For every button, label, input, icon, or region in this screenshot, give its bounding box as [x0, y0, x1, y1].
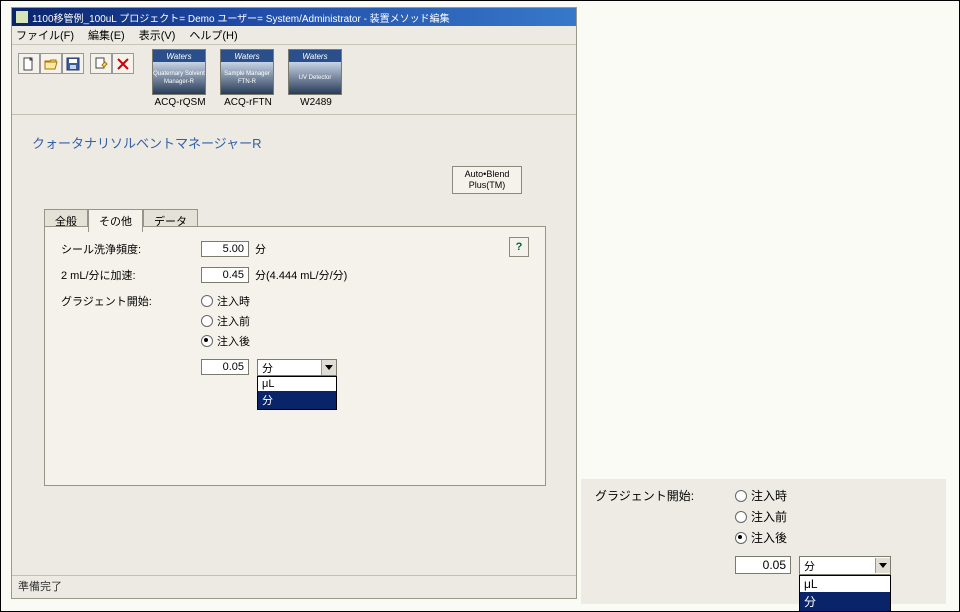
- menu-file[interactable]: ファイル(F): [16, 27, 74, 43]
- delete-button[interactable]: [112, 53, 134, 74]
- device-ftn[interactable]: WatersSample Manager FTN-R ACQ-rFTN: [220, 49, 276, 108]
- radio-on-inject[interactable]: 注入時: [201, 293, 250, 309]
- chevron-down-icon: [875, 558, 890, 573]
- zoom-grad-unit-combo[interactable]: 分: [799, 556, 891, 575]
- toolbar: WatersQuaternary Solvent Manager-R ACQ-r…: [12, 45, 576, 114]
- app-icon: [16, 11, 28, 23]
- device-strip: WatersQuaternary Solvent Manager-R ACQ-r…: [152, 49, 344, 108]
- zoom-gradstart-label: グラジェント開始:: [595, 487, 735, 504]
- accel-label: 2 mL/分に加速:: [61, 267, 201, 283]
- statusbar: 準備完了: [12, 575, 576, 598]
- zoom-radio-after-inject[interactable]: 注入後: [735, 529, 787, 546]
- radio-dot: [735, 511, 747, 523]
- sealwash-unit: 分: [255, 241, 266, 257]
- radio-dot-selected: [201, 335, 213, 347]
- saveas-button[interactable]: [90, 53, 112, 74]
- device-ftn-label: ACQ-rFTN: [220, 97, 276, 108]
- titlebar[interactable]: 1100移管例_100uL プロジェクト= Demo ユーザー= System/…: [12, 8, 576, 26]
- tab-other[interactable]: その他: [88, 209, 143, 232]
- panel-title: クォータナリソルベントマネージャーR: [12, 115, 576, 166]
- combo-opt-min[interactable]: 分: [258, 391, 336, 409]
- device-uv-label: W2489: [288, 97, 344, 108]
- radio-dot-selected: [735, 532, 747, 544]
- window-title: 1100移管例_100uL プロジェクト= Demo ユーザー= System/…: [32, 10, 450, 25]
- zoom-inset: グラジェント開始: 注入時 注入前 注入後 分 μL 分: [581, 479, 946, 604]
- radio-after-inject[interactable]: 注入後: [201, 333, 250, 349]
- zoom-radio-before-inject[interactable]: 注入前: [735, 508, 787, 525]
- autoblend-button[interactable]: Auto•Blend Plus(TM): [452, 166, 522, 194]
- zoom-grad-delay-input[interactable]: [735, 556, 791, 574]
- device-qsm[interactable]: WatersQuaternary Solvent Manager-R ACQ-r…: [152, 49, 208, 108]
- accel-input[interactable]: [201, 267, 249, 283]
- zoom-grad-unit-dropdown: μL 分: [799, 575, 891, 612]
- tab-panel-other: ? シール洗浄頻度: 分 2 mL/分に加速: 分(4.444 mL/分/分) …: [44, 226, 546, 486]
- sealwash-input[interactable]: [201, 241, 249, 257]
- combo-opt-ul[interactable]: μL: [258, 377, 336, 391]
- device-uv[interactable]: WatersUV Detector W2489: [288, 49, 344, 108]
- grad-unit-dropdown: μL 分: [257, 376, 337, 410]
- menu-help[interactable]: ヘルプ(H): [189, 27, 237, 43]
- menubar: ファイル(F) 編集(E) 表示(V) ヘルプ(H): [12, 26, 576, 45]
- grad-unit-combo[interactable]: 分: [257, 359, 337, 376]
- zoom-combo-opt-ul[interactable]: μL: [800, 576, 890, 592]
- help-button[interactable]: ?: [509, 237, 529, 257]
- menu-view[interactable]: 表示(V): [139, 27, 176, 43]
- new-button[interactable]: [18, 53, 40, 74]
- save-button[interactable]: [62, 53, 84, 74]
- grad-delay-input[interactable]: [201, 359, 249, 375]
- chevron-down-icon: [321, 360, 336, 375]
- sealwash-label: シール洗浄頻度:: [61, 241, 201, 257]
- zoom-radio-on-inject[interactable]: 注入時: [735, 487, 787, 504]
- open-button[interactable]: [40, 53, 62, 74]
- device-qsm-label: ACQ-rQSM: [152, 97, 208, 108]
- radio-dot: [201, 315, 213, 327]
- accel-unit: 分(4.444 mL/分/分): [255, 267, 347, 283]
- gradstart-label: グラジェント開始:: [61, 293, 201, 309]
- zoom-combo-opt-min[interactable]: 分: [800, 592, 890, 611]
- radio-dot: [201, 295, 213, 307]
- menu-edit[interactable]: 編集(E): [88, 27, 125, 43]
- radio-before-inject[interactable]: 注入前: [201, 313, 250, 329]
- radio-dot: [735, 490, 747, 502]
- window-instrument-method-editor: 1100移管例_100uL プロジェクト= Demo ユーザー= System/…: [11, 7, 577, 599]
